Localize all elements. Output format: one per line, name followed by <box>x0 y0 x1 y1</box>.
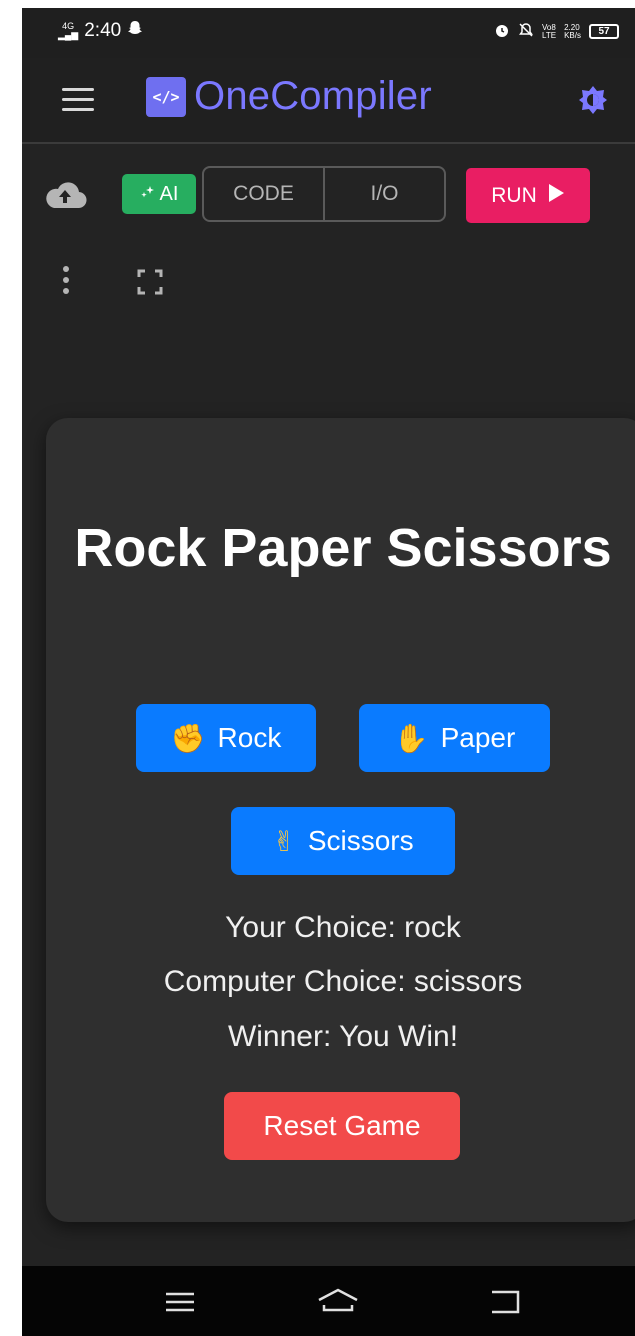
play-icon <box>547 183 565 209</box>
game-title: Rock Paper Scissors <box>74 518 612 578</box>
hamburger-icon[interactable] <box>62 88 94 112</box>
scissors-button[interactable]: ✌ Scissors <box>231 807 455 875</box>
recent-apps-icon[interactable] <box>160 1286 200 1318</box>
paper-label: Paper <box>440 722 516 753</box>
rock-button[interactable]: ✊ Rock <box>136 704 316 772</box>
phone-screen: 4G ▂▄▆ 2:40 Vo8 LTE 2.20 KB/s 57 </> One… <box>22 8 635 1336</box>
run-label: RUN <box>491 183 537 207</box>
fist-icon: ✊ <box>170 721 206 755</box>
your-choice-text: Your Choice: rock <box>225 911 461 944</box>
victory-hand-icon: ✌ <box>272 824 296 858</box>
speed-unit: KB/s <box>564 30 581 40</box>
status-right: Vo8 LTE 2.20 KB/s 57 <box>494 22 619 41</box>
home-icon[interactable] <box>316 1286 358 1318</box>
computer-choice-text: Computer Choice: scissors <box>163 965 523 998</box>
game-card: Rock Paper Scissors ✊ Rock ✋ Paper ✌ Sci… <box>46 418 635 1222</box>
view-tabs: CODE I/O <box>202 166 446 222</box>
brand[interactable]: </> OneCompiler <box>146 74 432 119</box>
hand-icon: ✋ <box>393 721 429 755</box>
lte-label: LTE <box>542 30 557 40</box>
app-name: OneCompiler <box>194 74 432 118</box>
run-button[interactable]: RUN <box>466 168 590 223</box>
status-bar: 4G ▂▄▆ 2:40 Vo8 LTE 2.20 KB/s 57 <box>22 8 635 58</box>
back-icon[interactable] <box>486 1286 526 1318</box>
theme-toggle-icon[interactable] <box>577 84 609 116</box>
tab-io[interactable]: I/O <box>323 168 444 220</box>
alarm-icon <box>494 22 510 41</box>
network-indicator: 4G ▂▄▆ <box>58 22 78 40</box>
scissors-label: Scissors <box>307 825 414 856</box>
battery-level: 57 <box>598 26 610 37</box>
sparkle-icon <box>140 183 156 206</box>
paper-button[interactable]: ✋ Paper <box>359 704 550 772</box>
mute-icon <box>518 22 534 41</box>
winner-text: Winner: You Win! <box>227 1020 459 1053</box>
ai-label: AI <box>159 182 179 205</box>
ai-button[interactable]: AI <box>122 174 196 214</box>
tab-code[interactable]: CODE <box>204 168 323 220</box>
status-time: 2:40 <box>84 20 122 41</box>
brand-logo: </> <box>146 76 186 117</box>
network-speed: 2.20 KB/s <box>564 23 581 40</box>
system-nav-bar <box>22 1266 635 1336</box>
more-options-icon[interactable] <box>60 266 72 298</box>
fullscreen-icon[interactable] <box>136 268 164 296</box>
reset-game-button[interactable]: Reset Game <box>224 1092 460 1160</box>
rock-label: Rock <box>217 722 282 753</box>
status-left: 4G ▂▄▆ 2:40 <box>58 20 143 42</box>
cloud-upload-icon[interactable] <box>42 178 88 214</box>
app-header: </> OneCompiler <box>22 58 635 144</box>
snapchat-icon <box>127 20 143 42</box>
volte-indicator: Vo8 LTE <box>542 23 557 40</box>
signal-icon: ▂▄▆ <box>58 30 79 40</box>
battery-icon: 57 <box>589 24 619 39</box>
